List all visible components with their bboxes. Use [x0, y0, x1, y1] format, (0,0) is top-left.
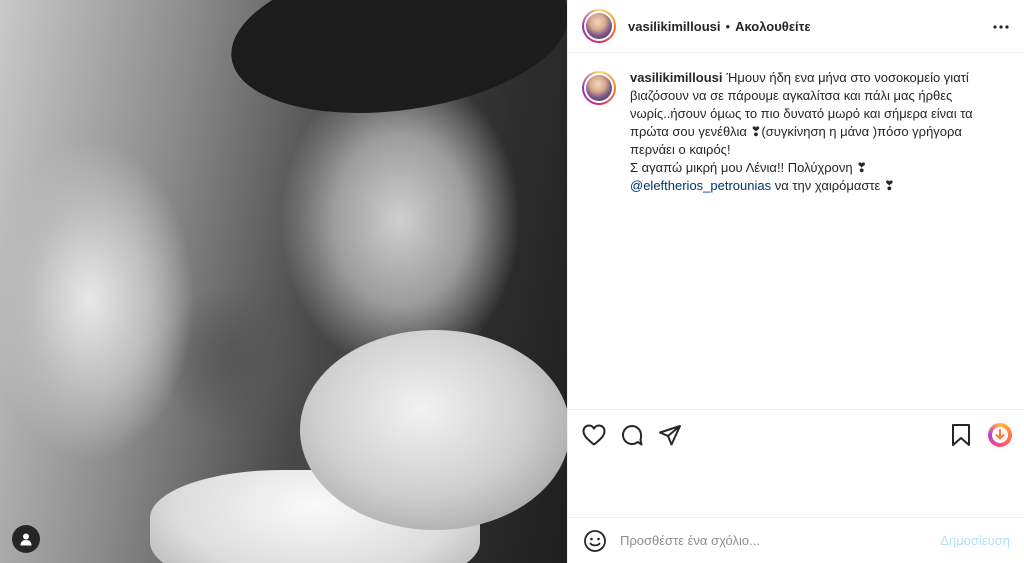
- share-icon[interactable]: [657, 422, 683, 448]
- heart-icon[interactable]: [581, 422, 607, 448]
- action-bar: [568, 409, 1024, 459]
- more-options-icon[interactable]: [992, 17, 1010, 35]
- author-avatar[interactable]: [582, 9, 616, 43]
- caption-username[interactable]: vasilikimillousi: [630, 70, 723, 85]
- bookmark-icon[interactable]: [948, 422, 974, 448]
- comment-input[interactable]: [620, 533, 941, 548]
- caption-area: vasilikimillousi Ήμουν ήδη ενα μήνα στο ν…: [568, 53, 1024, 409]
- caption-text: vasilikimillousi Ήμουν ήδη ενα μήνα στο ν…: [630, 69, 1010, 409]
- download-icon[interactable]: [988, 422, 1012, 447]
- header-separator: •: [725, 18, 731, 34]
- comment-icon[interactable]: [619, 422, 645, 448]
- likes-area: [568, 459, 1024, 517]
- emoji-icon[interactable]: [582, 528, 608, 554]
- instagram-post: vasilikimillousi • Ακολουθείτε vasilikim…: [0, 0, 1024, 563]
- post-comment-button[interactable]: Δημοσίευση: [940, 533, 1010, 548]
- following-status-button[interactable]: Ακολουθείτε: [735, 19, 811, 34]
- comment-bar: Δημοσίευση: [568, 517, 1024, 563]
- post-side-panel: vasilikimillousi • Ακολουθείτε vasilikim…: [567, 0, 1024, 563]
- post-photo[interactable]: [0, 0, 567, 563]
- photo-region-baby: [300, 330, 567, 530]
- caption-mention-link[interactable]: @eleftherios_petrounias: [630, 178, 771, 193]
- tagged-users-icon[interactable]: [12, 525, 40, 553]
- caption-line-2: Σ αγαπώ μικρή μου Λένια!! Πολύχρονη ❣: [630, 160, 868, 175]
- post-header: vasilikimillousi • Ακολουθείτε: [568, 0, 1024, 53]
- photo-region-hair: [221, 0, 567, 133]
- author-username[interactable]: vasilikimillousi: [628, 19, 721, 34]
- caption-mention-suffix: να την χαιρόμαστε ❣: [771, 178, 895, 193]
- caption-avatar[interactable]: [582, 71, 616, 105]
